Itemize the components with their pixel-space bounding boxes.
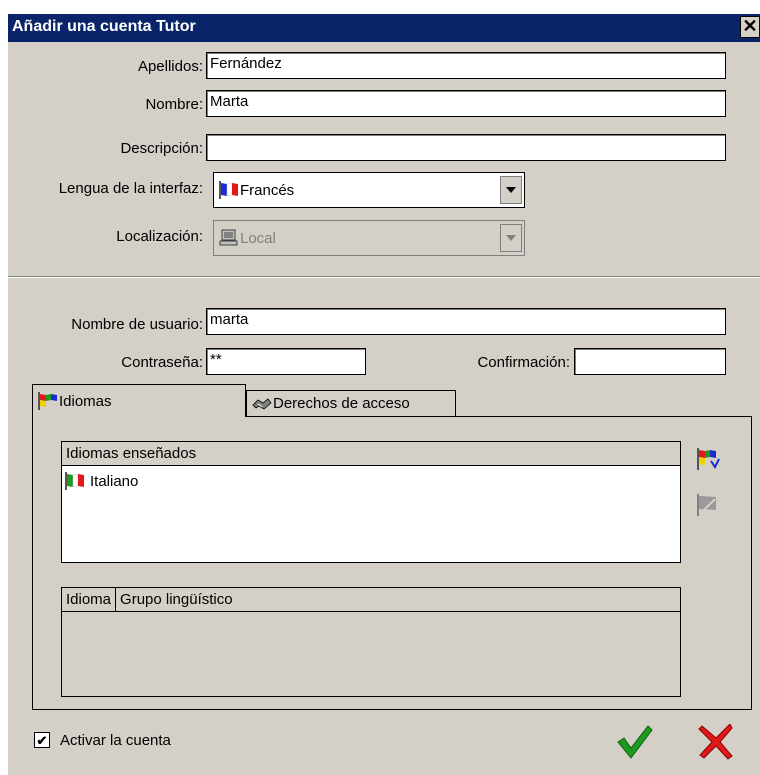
section-divider [8,276,760,278]
usuario-input[interactable]: marta [206,308,726,335]
confirmacion-input[interactable] [574,348,726,375]
column-header-idioma[interactable]: Idioma [62,587,117,612]
descripcion-input[interactable] [206,134,726,161]
tab-derechos-label: Derechos de acceso [273,395,410,412]
list-item-label: Italiano [90,472,139,490]
language-groups-header: Idioma Grupo lingüístico [62,587,680,612]
add-language-icon [697,448,720,470]
lengua-label: Lengua de la interfaz: [58,180,203,197]
add-language-button[interactable] [695,447,721,471]
title-bar: Añadir una cuenta Tutor ✕ [8,14,760,42]
tab-idiomas-label: Idiomas [59,392,112,410]
taught-languages-list[interactable]: Idiomas enseñados Italiano [61,441,681,563]
green-check-icon [617,725,653,759]
confirmacion-label: Confirmación: [477,354,570,371]
list-item[interactable]: Italiano [64,472,138,490]
localizacion-label: Localización: [116,228,203,245]
column-header-grupo[interactable]: Grupo lingüístico [116,591,237,608]
window-title: Añadir una cuenta Tutor [12,18,196,35]
ok-button[interactable] [616,724,654,760]
usuario-label: Nombre de usuario: [71,316,203,333]
descripcion-label: Descripción: [120,140,203,157]
activate-account-checkbox[interactable]: ✔ [34,732,50,748]
italian-flag-icon [64,472,86,490]
localizacion-select[interactable]: Local [213,220,525,256]
add-tutor-dialog: Añadir una cuenta Tutor ✕ Apellidos: Fer… [8,14,760,775]
nombre-input[interactable]: Marta [206,90,726,117]
lengua-value: Francés [240,181,295,199]
chevron-down-icon[interactable] [500,176,522,204]
apellidos-label: Apellidos: [137,58,203,75]
nombre-label: Nombre: [145,96,203,113]
language-flags-icon [37,392,59,410]
tab-idiomas[interactable]: Idiomas [32,384,246,417]
taught-languages-header[interactable]: Idiomas enseñados [62,442,680,466]
cancel-button[interactable] [698,723,734,760]
remove-language-button[interactable] [695,493,721,517]
remove-language-icon [697,494,716,516]
contrasena-label: Contraseña: [121,354,203,371]
localizacion-value: Local [240,229,276,247]
tab-derechos-acceso[interactable]: Derechos de acceso [246,390,456,416]
activate-account-label: Activar la cuenta [60,732,171,749]
contrasena-input[interactable]: ** [206,348,366,375]
chevron-down-icon [500,224,522,252]
tab-panel-idiomas: Idiomas enseñados Italiano Idioma Grupo … [32,416,752,710]
french-flag-icon [218,181,240,199]
close-button[interactable]: ✕ [740,16,760,38]
handshake-icon [251,395,273,413]
red-x-icon [698,723,733,760]
lengua-select[interactable]: Francés [213,172,525,208]
computer-icon [218,229,240,247]
apellidos-input[interactable]: Fernández [206,52,726,79]
language-groups-table[interactable]: Idioma Grupo lingüístico [61,587,681,697]
